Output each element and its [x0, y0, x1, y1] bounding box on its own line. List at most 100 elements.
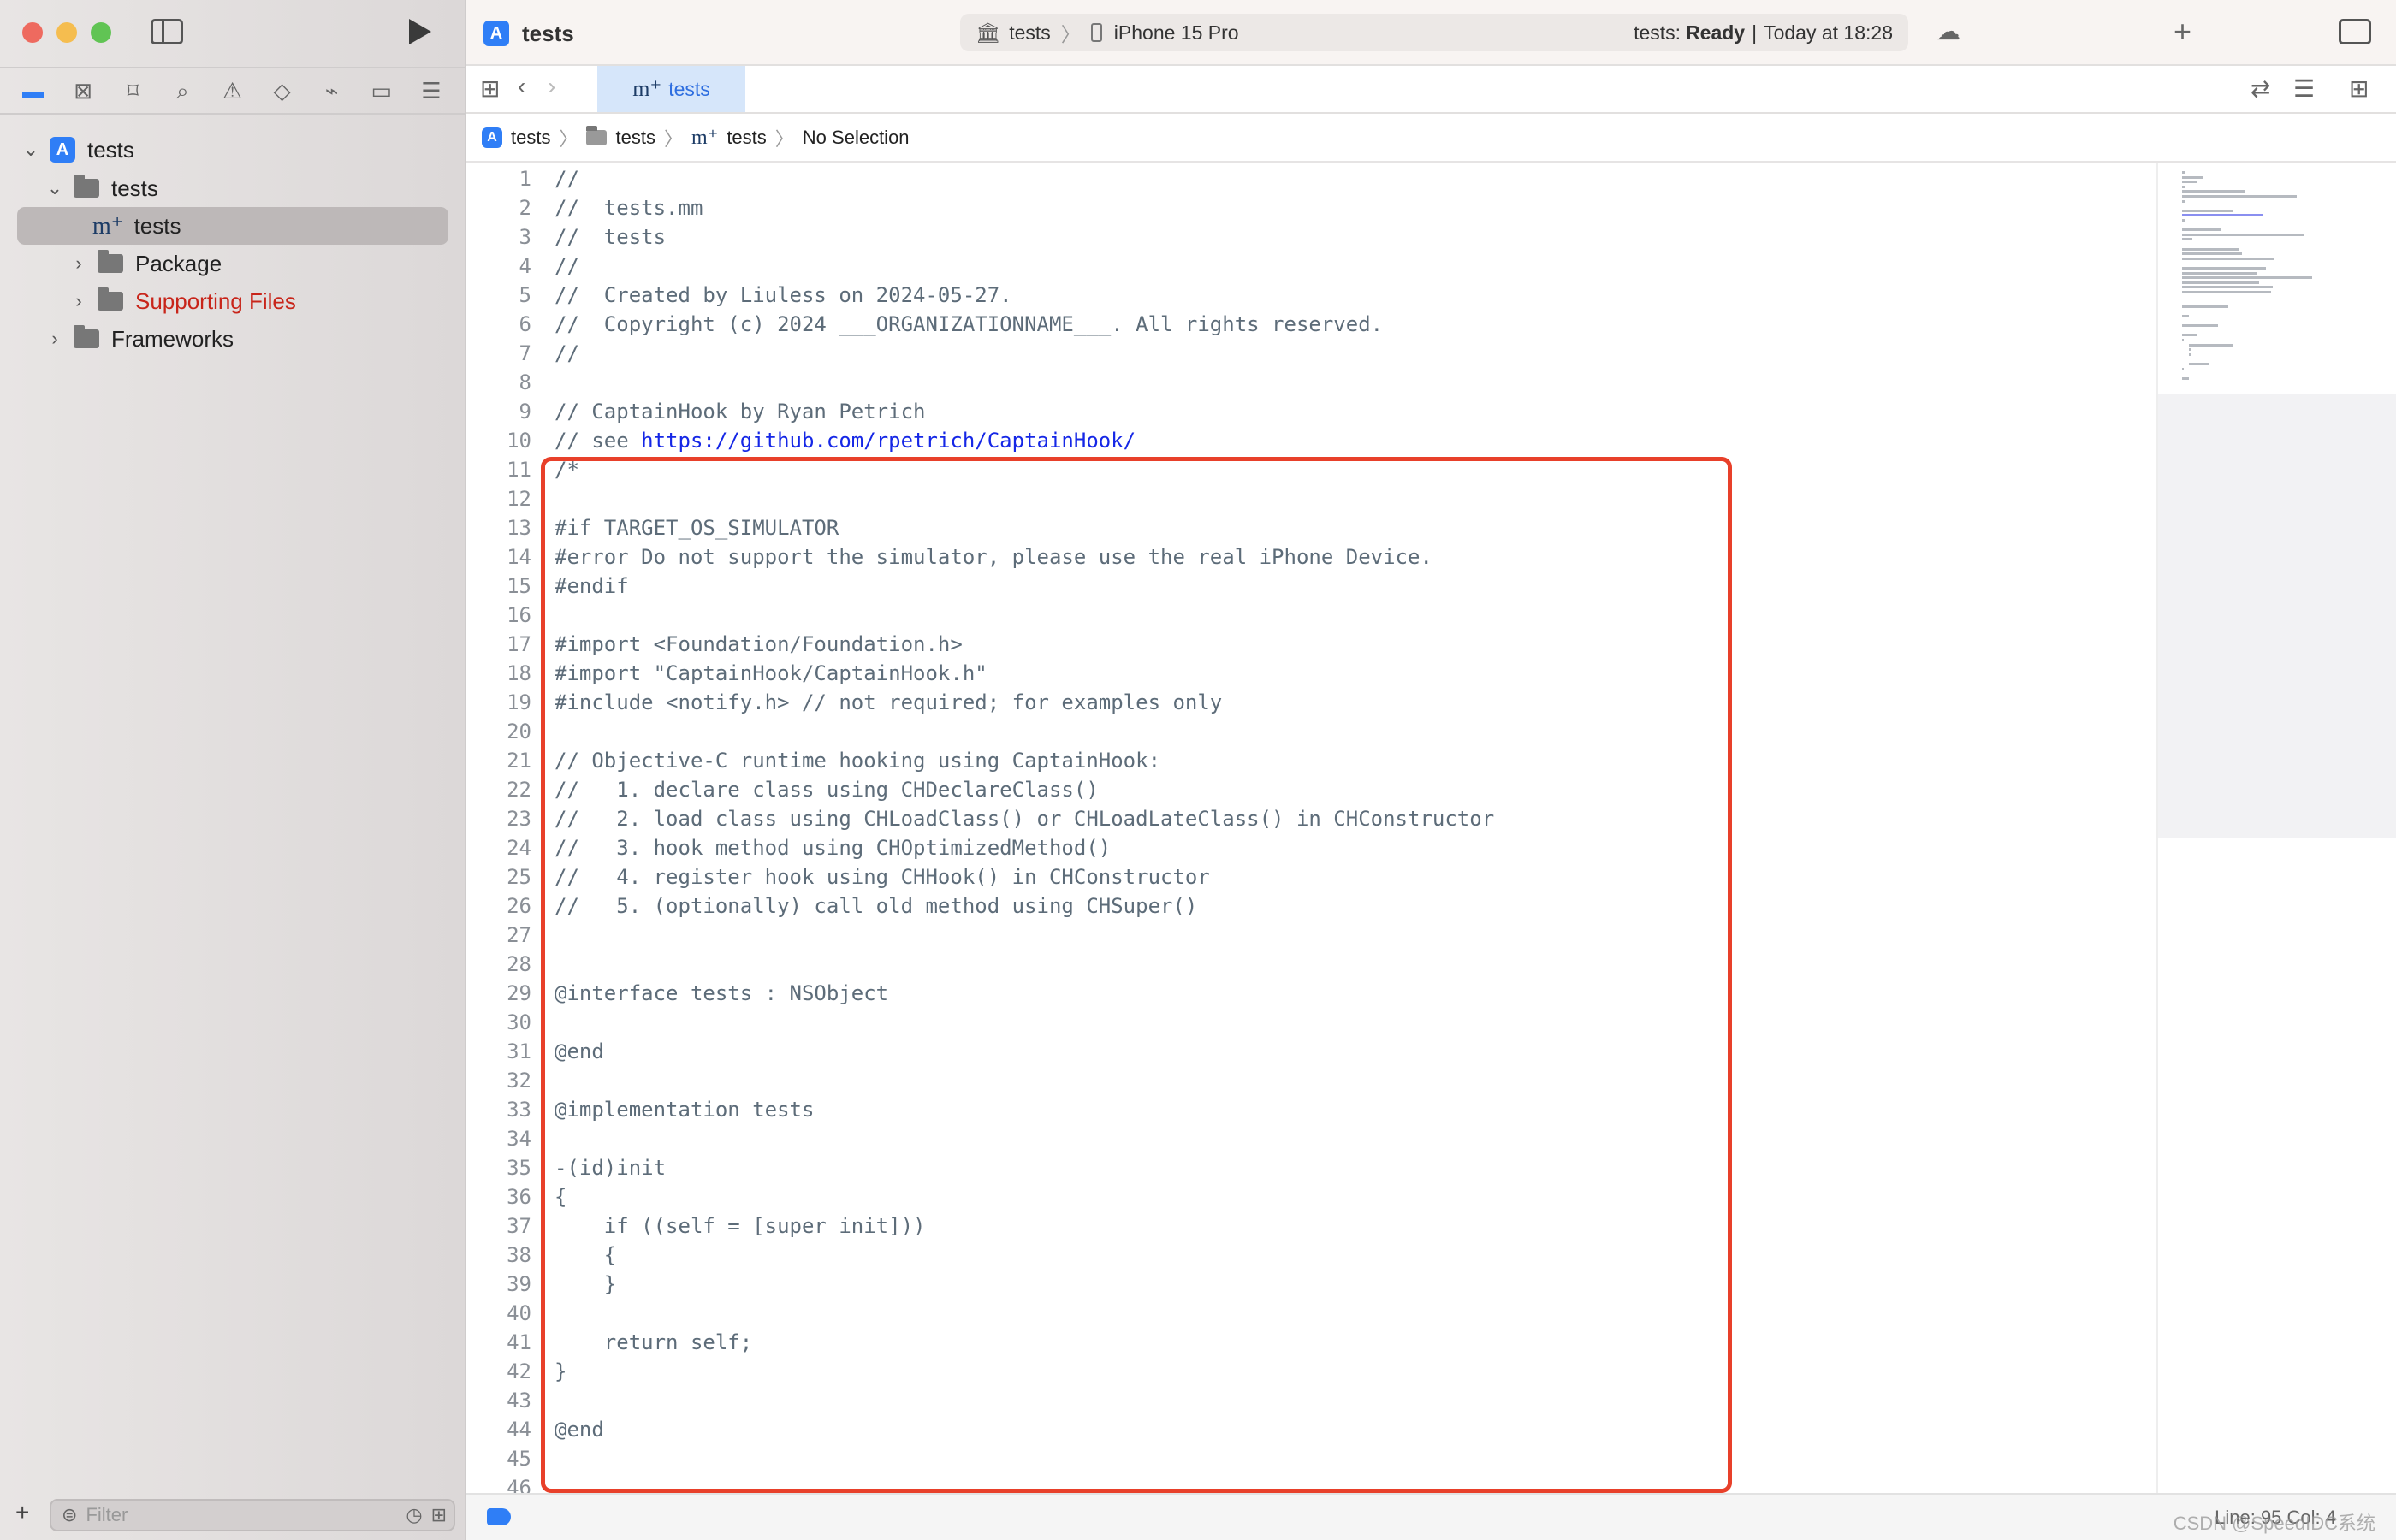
inspector-toggle-icon[interactable] — [2339, 19, 2371, 44]
bookmark-icon[interactable]: ⌑ — [120, 78, 145, 104]
code-line[interactable]: 8 — [466, 368, 555, 397]
filter-placeholder: Filter — [86, 1504, 128, 1525]
swap-icon[interactable]: ⇄ — [2251, 74, 2270, 103]
minimap-line — [2182, 276, 2312, 280]
report-icon[interactable]: ☰ — [418, 78, 444, 104]
highlight-annotation-box — [541, 457, 1732, 1493]
code-line[interactable]: 10 // see https://github.com/rpetrich/Cap… — [466, 426, 1136, 455]
minimap-line — [2182, 219, 2185, 222]
breadcrumb-item[interactable]: tests — [727, 127, 766, 149]
tab-tests[interactable]: m⁺ tests — [597, 66, 745, 112]
breadcrumb-item[interactable]: tests — [511, 127, 550, 149]
folder-icon — [98, 287, 123, 311]
line-number: 2 — [519, 196, 531, 220]
app-project-icon: A — [482, 127, 502, 148]
breakpoint-icon[interactable]: ▭ — [369, 78, 394, 104]
minimap-line — [2182, 190, 2245, 193]
minimap-line — [2182, 252, 2242, 256]
back-chevron-icon[interactable]: ‹ — [518, 73, 525, 100]
source-control-icon[interactable]: ⊠ — [70, 78, 96, 104]
recent-files-icon[interactable]: ◷ — [406, 1504, 422, 1526]
chevron-separator: 〉 — [663, 127, 683, 150]
code-link[interactable]: https://github.com/rpetrich/CaptainHook/ — [641, 429, 1136, 453]
filter-input[interactable]: ⊜ Filter ◷ ⊞ — [50, 1499, 455, 1531]
chevron-right-icon[interactable]: › — [68, 290, 89, 312]
line-number: 39 — [507, 1272, 531, 1296]
folder-icon — [98, 250, 123, 273]
line-number: 32 — [507, 1069, 531, 1093]
code-text: // — [555, 341, 579, 365]
add-editor-icon[interactable]: ⊞ — [2349, 74, 2369, 103]
line-number: 38 — [507, 1243, 531, 1267]
code-text: // — [555, 254, 579, 278]
chevron-right-icon[interactable]: › — [68, 252, 89, 275]
close-window-button[interactable] — [22, 22, 43, 43]
tree-item-package[interactable]: › Package — [68, 245, 222, 282]
status-time: Today at 18:28 — [1764, 21, 1893, 44]
run-button[interactable] — [409, 19, 431, 44]
code-line[interactable]: 3 // tests — [466, 222, 667, 252]
scheme-selector[interactable]: tests — [1009, 21, 1051, 44]
add-icon[interactable]: + — [15, 1499, 29, 1526]
tree-item-supporting-files[interactable]: › Supporting Files — [68, 282, 296, 320]
code-line[interactable]: 2 // tests.mm — [466, 193, 703, 222]
minimap-line — [2182, 281, 2259, 284]
tree-item-frameworks[interactable]: › Frameworks — [44, 320, 234, 358]
grid-icon[interactable]: ⊞ — [480, 74, 500, 103]
line-number: 31 — [507, 1040, 531, 1063]
tree-item-tests-folder[interactable]: ⌄ tests — [44, 169, 158, 207]
minimap-visible-region[interactable] — [2158, 394, 2396, 838]
line-number: 46 — [507, 1476, 531, 1493]
folder-icon — [74, 175, 99, 198]
tree-item-project[interactable]: ⌄ A tests — [21, 131, 134, 169]
breakpoints-toggle-icon[interactable] — [487, 1508, 511, 1525]
filter-options-icon[interactable]: ⊜ — [62, 1504, 77, 1526]
breadcrumb-item[interactable]: tests — [615, 127, 655, 149]
add-icon[interactable]: + — [2174, 14, 2191, 50]
device-selector[interactable]: iPhone 15 Pro — [1114, 21, 1239, 44]
chevron-right-icon[interactable]: › — [44, 328, 65, 350]
code-line[interactable]: 6 // Copyright (c) 2024 ___ORGANIZATIONNA… — [466, 310, 1384, 339]
minimap-line — [2182, 271, 2257, 275]
debug-icon[interactable]: ⌁ — [319, 78, 345, 104]
code-line[interactable]: 4 // — [466, 252, 579, 281]
minimap-line — [2189, 363, 2209, 365]
minimap-line — [2182, 195, 2297, 198]
minimap-line — [2182, 257, 2274, 260]
code-line[interactable]: 9 // CaptainHook by Ryan Petrich — [466, 397, 926, 426]
navigator-sidebar: ▬ ⊠ ⌑ ⌕ ⚠ ◇ ⌁ ▭ ☰ ⌄ A tests ⌄ tests m⁺ t… — [0, 0, 466, 1540]
line-number: 1 — [519, 167, 531, 191]
editor-options-icon[interactable]: ☰ — [2293, 74, 2315, 103]
minimap-line — [2182, 214, 2263, 217]
line-number: 30 — [507, 1010, 531, 1034]
minimap-line — [2189, 352, 2191, 356]
test-icon[interactable]: ◇ — [270, 78, 295, 104]
tree-item-label: tests — [87, 136, 134, 163]
objc-file-icon: m⁺ — [632, 76, 662, 101]
tree-item-label: Frameworks — [111, 325, 234, 352]
objc-file-icon: m⁺ — [92, 213, 124, 240]
minimap[interactable] — [2156, 163, 2396, 1493]
forward-chevron-icon[interactable]: › — [548, 73, 555, 100]
code-line[interactable]: 5 // Created by Liuless on 2024-05-27. — [466, 281, 1012, 310]
code-text: // CaptainHook by Ryan Petrich — [555, 400, 926, 424]
zoom-window-button[interactable] — [91, 22, 111, 43]
sidebar-toggle-icon[interactable] — [151, 19, 183, 44]
line-number: 18 — [507, 661, 531, 685]
cloud-account-icon[interactable]: ☁ — [1936, 17, 1960, 45]
code-line[interactable]: 7 // — [466, 339, 579, 368]
chevron-down-icon[interactable]: ⌄ — [21, 139, 41, 161]
minimize-window-button[interactable] — [56, 22, 77, 43]
chevron-down-icon[interactable]: ⌄ — [44, 177, 65, 199]
code-line[interactable]: 1 // — [466, 164, 579, 193]
source-control-filter-icon[interactable]: ⊞ — [431, 1504, 447, 1526]
chevron-separator: 〉 — [559, 127, 578, 150]
breadcrumb-item[interactable]: No Selection — [803, 127, 910, 149]
line-number: 15 — [507, 574, 531, 598]
search-icon[interactable]: ⌕ — [169, 78, 195, 104]
folder-icon[interactable]: ▬ — [21, 78, 46, 104]
minimap-line — [2182, 334, 2197, 337]
tree-item-tests-file[interactable]: m⁺ tests — [92, 207, 181, 245]
warning-icon[interactable]: ⚠ — [219, 78, 245, 104]
line-number: 26 — [507, 894, 531, 918]
